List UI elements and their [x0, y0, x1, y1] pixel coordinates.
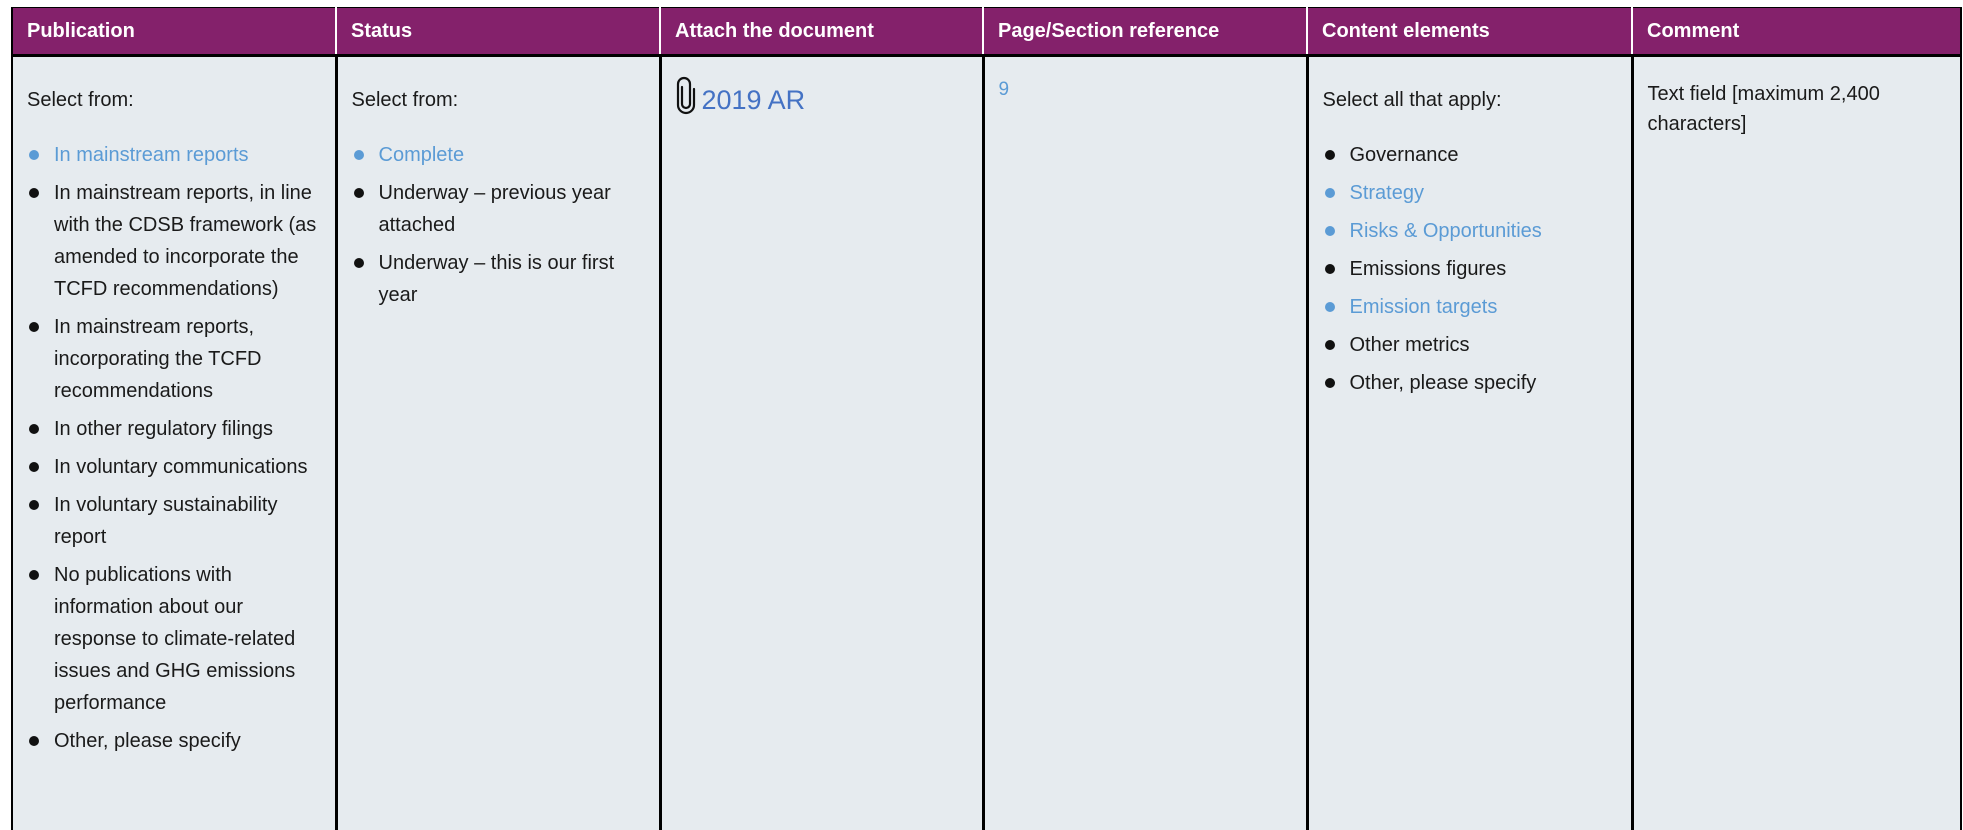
publication-options: In mainstream reports In mainstream repor…: [27, 139, 321, 757]
content-elements-cell: Select all that apply: Governance Strateg…: [1307, 55, 1634, 830]
option-item[interactable]: In voluntary communications: [27, 451, 321, 483]
header-publication: Publication: [11, 7, 337, 57]
status-options: Complete Underway – previous year attache…: [352, 139, 645, 311]
option-item[interactable]: No publications with information about o…: [27, 559, 321, 719]
response-table: Publication Status Attach the document P…: [11, 7, 1962, 830]
attachment-link[interactable]: 2019 AR: [676, 75, 968, 116]
option-item[interactable]: Underway – this is our first year: [352, 247, 645, 311]
attachment-label[interactable]: 2019 AR: [702, 85, 806, 116]
publication-intro: Select from:: [27, 89, 134, 111]
header-row: Publication Status Attach the document P…: [11, 7, 1962, 57]
option-item[interactable]: Emissions figures: [1323, 253, 1617, 285]
page-reference-cell: 9: [983, 55, 1309, 830]
publication-cell: Select from: In mainstream reports In mai…: [11, 55, 338, 830]
option-item[interactable]: Other, please specify: [1323, 367, 1617, 399]
option-item[interactable]: Governance: [1323, 139, 1617, 171]
option-item[interactable]: Other, please specify: [27, 725, 321, 757]
option-item[interactable]: Other metrics: [1323, 329, 1617, 361]
option-item[interactable]: In mainstream reports, in line with the …: [27, 177, 321, 305]
response-table-container: Publication Status Attach the document P…: [11, 7, 1962, 830]
page-reference-value: 9: [998, 79, 1010, 100]
option-item[interactable]: In other regulatory filings: [27, 413, 321, 445]
header-attach-document: Attach the document: [660, 7, 984, 57]
option-item[interactable]: Underway – previous year attached: [352, 177, 645, 241]
header-page-section-reference: Page/Section reference: [983, 7, 1308, 57]
option-item[interactable]: Strategy: [1323, 177, 1617, 209]
attachment-cell: 2019 AR: [660, 55, 985, 830]
header-status: Status: [336, 7, 661, 57]
content-elements-options: Governance Strategy Risks & Opportunities E…: [1323, 139, 1617, 399]
option-item[interactable]: Emission targets: [1323, 291, 1617, 323]
option-item[interactable]: Complete: [352, 139, 645, 171]
comment-text: Text field [maximum 2,400 characters]: [1647, 83, 1880, 135]
status-cell: Select from: Complete Underway – previous…: [336, 55, 662, 830]
header-content-elements: Content elements: [1307, 7, 1633, 57]
option-item[interactable]: In mainstream reports, incorporating the…: [27, 311, 321, 407]
comment-cell: Text field [maximum 2,400 characters]: [1632, 55, 1962, 830]
status-intro: Select from:: [351, 89, 459, 111]
option-item[interactable]: Risks & Opportunities: [1323, 215, 1617, 247]
header-comment: Comment: [1632, 7, 1962, 57]
option-item[interactable]: In voluntary sustainability report: [27, 489, 321, 553]
paperclip-icon: [676, 76, 695, 115]
response-row: Select from: In mainstream reports In mai…: [11, 55, 1962, 830]
content-elements-intro: Select all that apply:: [1322, 89, 1502, 111]
option-item[interactable]: In mainstream reports: [27, 139, 321, 171]
